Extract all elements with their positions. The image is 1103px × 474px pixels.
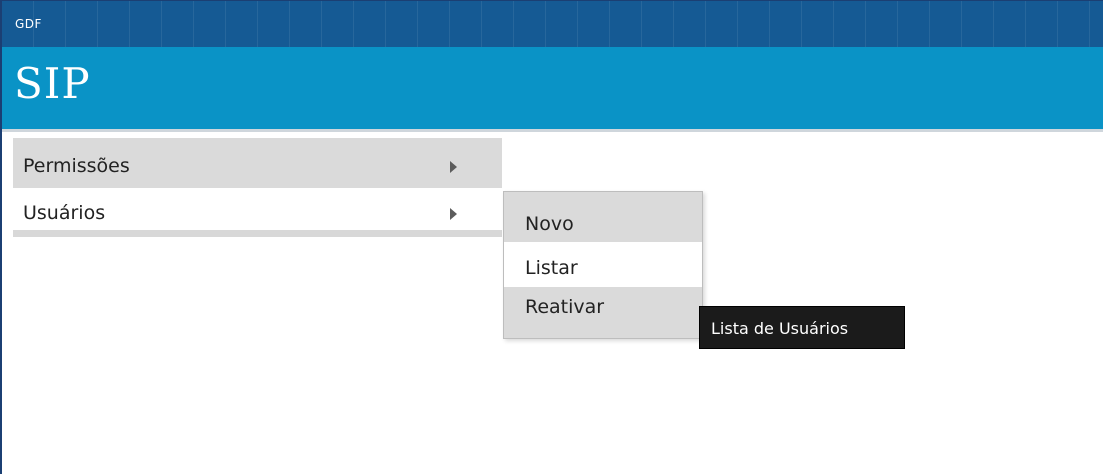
submenu-usuarios: Novo Listar Reativar xyxy=(503,191,703,339)
brand-bar: SIP xyxy=(2,47,1103,129)
app-title[interactable]: SIP xyxy=(14,59,91,109)
menu-item-label: Permissões xyxy=(23,155,130,177)
submenu-arrow-icon xyxy=(450,208,457,220)
menu-bottom-border xyxy=(13,230,502,237)
menu-item-label: Usuários xyxy=(23,202,106,224)
submenu-arrow-icon xyxy=(450,161,457,173)
main-menu: Permissões Usuários xyxy=(13,138,502,237)
app-window: GDF SIP Permissões Usuários Novo Listar … xyxy=(0,0,1103,474)
submenu-item-reativar[interactable]: Reativar xyxy=(504,287,702,338)
submenu-item-novo[interactable]: Novo xyxy=(504,192,702,242)
submenu-item-listar[interactable]: Listar xyxy=(504,242,702,287)
submenu-item-label: Reativar xyxy=(525,296,605,318)
submenu-item-label: Listar xyxy=(525,257,578,279)
submenu-item-label: Novo xyxy=(525,213,574,235)
top-bar: GDF xyxy=(2,1,1103,47)
org-label: GDF xyxy=(15,17,42,31)
menu-item-usuarios[interactable]: Usuários xyxy=(13,188,502,230)
menu-item-permissoes[interactable]: Permissões xyxy=(13,138,502,188)
tooltip: Lista de Usuários xyxy=(699,306,905,349)
header-divider xyxy=(2,129,1103,132)
